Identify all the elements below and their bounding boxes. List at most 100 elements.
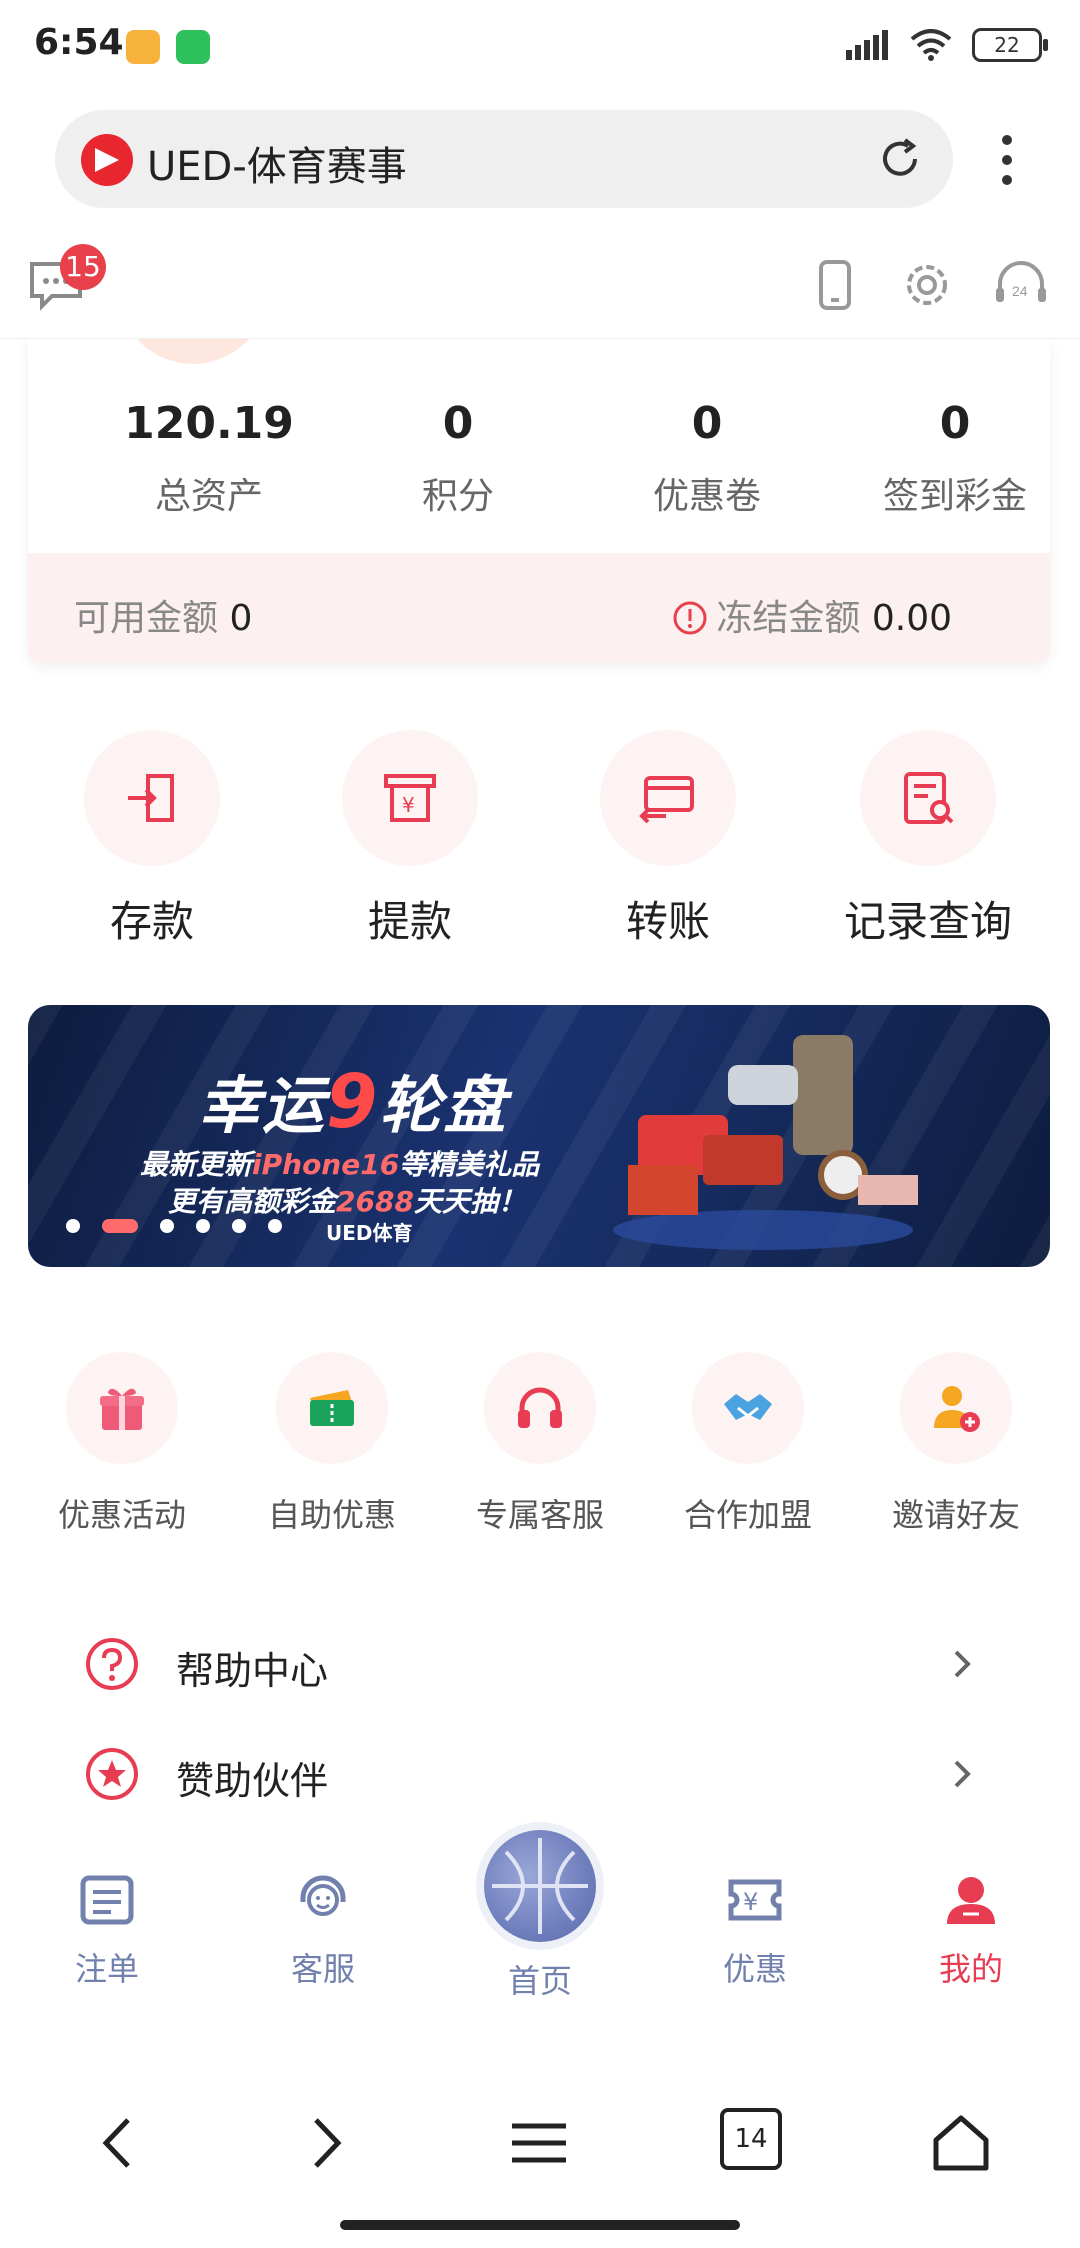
carousel-dot-active[interactable] <box>102 1219 138 1233</box>
assets-card: 120.19 总资产 0 积分 0 优惠卷 0 签到彩金 可用金额 0 冻结金额… <box>28 338 1050 663</box>
action-label: 记录查询 <box>843 897 1012 946</box>
carousel-dot[interactable] <box>196 1219 210 1233</box>
records-icon <box>904 772 954 824</box>
support-24h-icon[interactable]: 24 <box>992 256 1050 314</box>
action-withdraw[interactable]: ¥ 提款 <box>280 730 540 949</box>
available-balance: 可用金额 0 <box>74 589 252 641</box>
message-badge: 15 <box>60 244 106 290</box>
bet-slip-icon <box>80 1875 134 1925</box>
browser-navigation-bar: 14 <box>0 2080 1080 2248</box>
frozen-value: 0.00 <box>871 598 952 639</box>
tab-label: 首页 <box>507 1962 572 2000</box>
coupon-icon: ¥ <box>728 1879 782 1921</box>
carousel-dot[interactable] <box>232 1219 246 1233</box>
promo-banner[interactable]: 幸运9轮盘 最新更新iPhone16等精美礼品 更有高额彩金2688天天抽！ U… <box>28 1005 1050 1267</box>
frozen-balance[interactable]: 冻结金额 0.00 <box>672 589 952 641</box>
menu-label: 帮助中心 <box>176 1649 329 1693</box>
add-user-icon <box>934 1386 980 1432</box>
gallery-notification-icon <box>126 30 160 64</box>
service-label: 优惠活动 <box>57 1496 186 1534</box>
site-logo-icon <box>81 134 133 186</box>
reload-icon[interactable] <box>875 134 925 184</box>
back-icon[interactable] <box>84 2108 154 2178</box>
stat-value: 0 <box>939 398 971 449</box>
page-title: UED-体育赛事 <box>147 144 407 190</box>
withdraw-icon: ¥ <box>384 774 436 822</box>
tab-bets[interactable]: 注单 <box>32 1870 182 1990</box>
help-icon <box>86 1638 138 1690</box>
settings-icon[interactable] <box>898 256 956 314</box>
tab-promotions[interactable]: ¥ 优惠 <box>680 1870 830 1990</box>
action-transfer[interactable]: 转账 <box>538 730 798 949</box>
available-value: 0 <box>229 598 253 639</box>
carousel-dots[interactable] <box>66 1219 282 1233</box>
stat-coupons[interactable]: 0 优惠卷 <box>582 398 832 519</box>
quick-actions: 存款 ¥ 提款 转账 记录查询 <box>0 730 1080 960</box>
ticket-icon <box>310 1390 354 1426</box>
wifi-icon <box>910 29 952 61</box>
stat-value: 0 <box>691 398 723 449</box>
info-warning-icon <box>673 601 707 635</box>
bottom-tab-bar: 注单 客服 首页 ¥ 优惠 我的 <box>0 1830 1080 2020</box>
service-promotions[interactable]: 优惠活动 <box>22 1352 222 1536</box>
tab-label: 注单 <box>74 1950 139 1988</box>
services-grid: 优惠活动 自助优惠 专属客服 合作加盟 邀请好友 <box>0 1352 1080 1542</box>
stat-value: 0 <box>442 398 474 449</box>
wechat-notification-icon <box>176 30 210 64</box>
action-label: 提款 <box>367 897 452 946</box>
transfer-icon <box>639 776 694 824</box>
menu-sponsors[interactable]: 赞助伙伴 <box>0 1720 1080 1830</box>
action-label: 存款 <box>109 897 194 946</box>
tab-mine[interactable]: 我的 <box>896 1870 1046 1990</box>
tab-label: 我的 <box>938 1950 1003 1988</box>
action-records[interactable]: 记录查询 <box>798 730 1058 949</box>
service-self-promo[interactable]: 自助优惠 <box>232 1352 432 1536</box>
tab-support[interactable]: 客服 <box>248 1870 398 1990</box>
battery-icon: 22 <box>972 28 1048 62</box>
stat-label: 总资产 <box>154 476 263 517</box>
forward-icon[interactable] <box>290 2108 360 2178</box>
deposit-icon <box>128 774 174 822</box>
stat-label: 优惠卷 <box>652 476 761 517</box>
menu-help-center[interactable]: 帮助中心 <box>0 1610 1080 1720</box>
carousel-dot[interactable] <box>66 1219 80 1233</box>
headset-icon <box>518 1387 562 1428</box>
stat-total-assets[interactable]: 120.19 总资产 <box>84 398 334 519</box>
chevron-right-icon <box>954 1760 971 1788</box>
more-menu-icon[interactable] <box>992 130 1022 190</box>
prize-illustration <box>628 1035 918 1215</box>
carousel-dot[interactable] <box>268 1219 282 1233</box>
service-partnership[interactable]: 合作加盟 <box>648 1352 848 1536</box>
tab-home[interactable]: 首页 <box>462 1830 618 2002</box>
customer-service-icon <box>300 1875 346 1916</box>
banner-line-1: 最新更新iPhone16等精美礼品 <box>140 1148 540 1181</box>
service-invite[interactable]: 邀请好友 <box>856 1352 1056 1536</box>
handshake-icon <box>724 1394 772 1420</box>
address-bar[interactable]: UED-体育赛事 <box>55 110 953 208</box>
user-icon <box>947 1877 995 1924</box>
gesture-handle[interactable] <box>340 2220 740 2230</box>
banner-line-2: 更有高额彩金2688天天抽！ <box>168 1185 526 1218</box>
stat-label: 签到彩金 <box>882 476 1027 517</box>
status-bar: 6:54 22 <box>0 0 1080 100</box>
action-deposit[interactable]: 存款 <box>22 730 282 949</box>
home-icon[interactable] <box>926 2108 996 2178</box>
service-label: 合作加盟 <box>683 1496 812 1534</box>
frozen-label: 冻结金额 <box>716 598 861 639</box>
carousel-dot[interactable] <box>160 1219 174 1233</box>
mobile-icon[interactable] <box>806 256 864 314</box>
svg-text:¥: ¥ <box>743 1888 758 1916</box>
banner-title: 幸运9轮盘 <box>198 1059 508 1145</box>
service-vip-support[interactable]: 专属客服 <box>440 1352 640 1536</box>
svg-text:¥: ¥ <box>402 793 415 817</box>
gift-icon <box>100 1388 144 1430</box>
stat-checkin-bonus[interactable]: 0 签到彩金 <box>830 398 1050 519</box>
star-icon <box>86 1748 138 1800</box>
menu-list: 帮助中心 赞助伙伴 <box>0 1610 1080 1830</box>
tab-label: 优惠 <box>722 1950 787 1988</box>
menu-icon[interactable] <box>504 2108 574 2178</box>
avatar <box>118 338 268 364</box>
service-label: 邀请好友 <box>891 1496 1020 1534</box>
stat-points[interactable]: 0 积分 <box>333 398 583 519</box>
tabs-count-button[interactable]: 14 <box>720 2108 782 2170</box>
